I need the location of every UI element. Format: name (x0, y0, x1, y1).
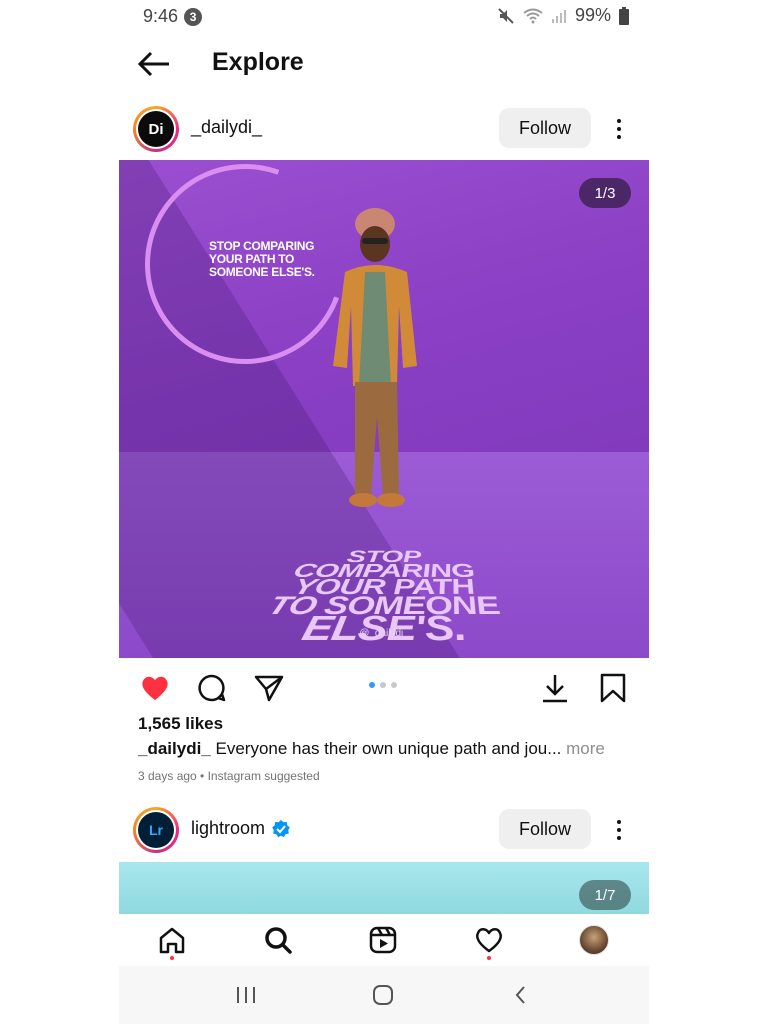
carousel-counter: 1/7 (579, 880, 631, 910)
notification-count-badge: 3 (184, 7, 203, 26)
status-time: 9:46 (143, 6, 179, 26)
status-icons: 99% (497, 5, 629, 26)
caption-text: Everyone has their own unique path and j… (215, 739, 562, 758)
avatar-inner: Di (136, 109, 176, 149)
system-nav-bar (119, 966, 649, 1024)
caption-more-link[interactable]: more (566, 739, 605, 758)
avatar-initials: Lr (138, 812, 174, 848)
recent-apps-icon[interactable] (232, 983, 260, 1007)
post-image[interactable]: STOP COMPARING YOUR PATH TO SOMEONE ELSE… (119, 160, 649, 658)
username-text: lightroom (191, 818, 266, 838)
post-header: Lr lightroom Follow (119, 800, 649, 860)
image-watermark: @_dailydi_ (359, 628, 409, 639)
nav-notification-dot (170, 956, 174, 960)
avatar-initials: Di (138, 111, 174, 147)
comment-icon[interactable] (196, 672, 228, 704)
bottom-nav (119, 914, 649, 966)
post-actions (119, 664, 649, 710)
follow-button[interactable]: Follow (499, 809, 591, 849)
carousel-dot-active (369, 682, 375, 688)
username-text: _dailydi_ (191, 117, 263, 137)
image-small-text: STOP COMPARING YOUR PATH TO SOMEONE ELSE… (209, 239, 315, 279)
download-icon[interactable] (539, 672, 571, 704)
like-heart-icon[interactable] (139, 672, 171, 704)
more-options-icon[interactable] (609, 814, 629, 846)
battery-icon (619, 6, 629, 25)
person-figure (333, 208, 417, 507)
carousel-dot (380, 682, 386, 688)
back-arrow-icon[interactable] (137, 50, 173, 78)
likes-count[interactable]: 1,565 likes (138, 714, 223, 734)
system-back-icon[interactable] (507, 983, 535, 1007)
post-header: Di _dailydi_ Follow (119, 99, 649, 159)
verified-badge-icon (272, 819, 290, 837)
post-meta: 3 days ago • Instagram suggested (138, 769, 320, 783)
post-username[interactable]: _dailydi_ (191, 117, 262, 138)
nav-home-icon[interactable] (156, 924, 188, 960)
nav-profile-avatar[interactable] (578, 924, 610, 956)
image-big-text: STOP COMPARING YOUR PATH TO SOMEONE ELSE… (129, 548, 639, 649)
home-button-icon[interactable] (369, 983, 397, 1007)
nav-reels-icon[interactable] (367, 924, 399, 956)
post-image[interactable]: 1/7 (119, 862, 649, 914)
explore-header: Explore (119, 38, 649, 90)
wifi-icon (523, 8, 543, 23)
page-title: Explore (212, 48, 304, 76)
nav-notification-dot (487, 956, 491, 960)
follow-button[interactable]: Follow (499, 108, 591, 148)
carousel-dot (391, 682, 397, 688)
phone-screen: 9:46 3 99% Explore Di _dailydi_ Follow S… (119, 0, 649, 1024)
carousel-dots (369, 682, 397, 688)
post-caption: _dailydi_ Everyone has their own unique … (138, 739, 638, 759)
status-bar: 9:46 3 99% (119, 0, 649, 30)
battery-percent: 99% (574, 5, 611, 25)
avatar[interactable]: Di (133, 106, 179, 152)
bookmark-icon[interactable] (597, 672, 629, 704)
carousel-counter: 1/3 (579, 178, 631, 208)
mute-icon (498, 7, 514, 24)
nav-search-icon[interactable] (262, 924, 294, 956)
avatar[interactable]: Lr (133, 807, 179, 853)
profile-avatar (579, 925, 609, 955)
share-icon[interactable] (253, 672, 285, 704)
caption-username[interactable]: _dailydi_ (138, 739, 211, 758)
avatar-inner: Lr (136, 810, 176, 850)
signal-icon (551, 9, 566, 23)
more-options-icon[interactable] (609, 113, 629, 145)
status-time-group: 9:46 3 (143, 6, 203, 27)
nav-activity-heart-icon[interactable] (473, 924, 505, 960)
post-username[interactable]: lightroom (191, 818, 291, 839)
